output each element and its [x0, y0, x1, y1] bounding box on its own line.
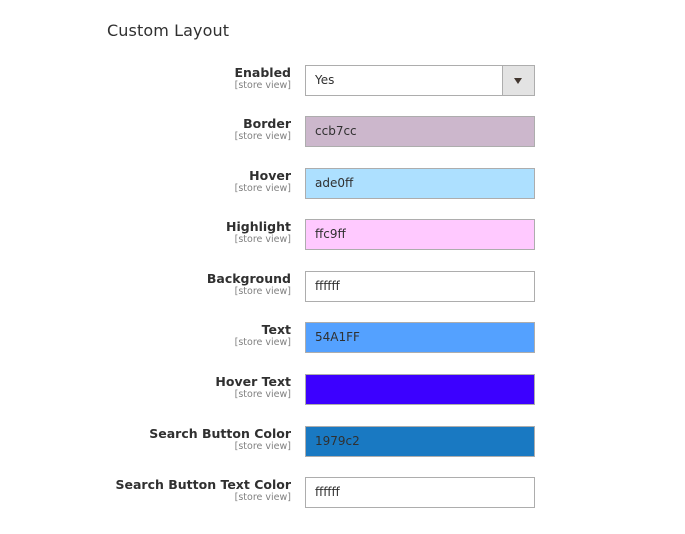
- field-label-text: Hover Text: [215, 374, 291, 389]
- field-row-search-button-color: Search Button Color [store view] 1979c2: [0, 426, 685, 458]
- field-label-text: Highlight: [226, 219, 291, 234]
- field-label-text: Text: [261, 322, 291, 337]
- text-color-value: 54A1FF: [315, 330, 360, 344]
- search-button-color-input[interactable]: 1979c2: [305, 426, 535, 457]
- scope-hint: [store view]: [234, 234, 291, 245]
- field-label-enabled: Enabled [store view]: [31, 65, 291, 92]
- section-title: Custom Layout: [107, 21, 230, 40]
- field-row-highlight: Highlight [store view] ffc9ff: [0, 219, 685, 251]
- field-row-search-button-text-color: Search Button Text Color [store view] ff…: [0, 477, 685, 509]
- field-label-border: Border [store view]: [31, 116, 291, 143]
- field-row-hover-text: Hover Text [store view] 3C00FF: [0, 374, 685, 406]
- enabled-select[interactable]: Yes: [305, 65, 535, 96]
- field-label-hover-text: Hover Text [store view]: [31, 374, 291, 401]
- field-label-search-button-color: Search Button Color [store view]: [31, 426, 291, 453]
- search-button-color-value: 1979c2: [315, 434, 360, 448]
- scope-hint: [store view]: [234, 337, 291, 348]
- hover-color-input[interactable]: ade0ff: [305, 168, 535, 199]
- hover-color-value: ade0ff: [315, 176, 354, 190]
- field-label-background: Background [store view]: [31, 271, 291, 298]
- field-row-enabled: Enabled [store view] Yes: [0, 65, 685, 97]
- highlight-color-input[interactable]: ffc9ff: [305, 219, 535, 250]
- field-label-text: Background: [206, 271, 291, 286]
- field-row-text: Text [store view] 54A1FF: [0, 322, 685, 354]
- field-row-hover: Hover [store view] ade0ff: [0, 168, 685, 200]
- text-color-input[interactable]: 54A1FF: [305, 322, 535, 353]
- field-label-text-color: Text [store view]: [31, 322, 291, 349]
- field-label-text: Enabled: [234, 65, 291, 80]
- background-color-input[interactable]: ffffff: [305, 271, 535, 302]
- border-color-input[interactable]: ccb7cc: [305, 116, 535, 147]
- highlight-color-value: ffc9ff: [315, 227, 346, 241]
- field-label-search-button-text-color: Search Button Text Color [store view]: [31, 477, 292, 504]
- scope-hint: [store view]: [234, 80, 291, 91]
- field-label-text: Border: [243, 116, 291, 131]
- scope-hint: [store view]: [234, 131, 291, 142]
- dropdown-toggle[interactable]: [502, 66, 534, 95]
- hover-text-color-value: 3C00FF: [315, 382, 361, 396]
- search-button-text-color-input[interactable]: ffffff: [305, 477, 535, 508]
- enabled-select-value: Yes: [315, 73, 335, 87]
- field-label-text: Hover: [249, 168, 291, 183]
- field-label-text: Search Button Text Color: [115, 477, 292, 492]
- background-color-value: ffffff: [315, 279, 340, 293]
- scope-hint: [store view]: [234, 183, 291, 194]
- field-row-background: Background [store view] ffffff: [0, 271, 685, 303]
- scope-hint: [store view]: [234, 492, 291, 503]
- hover-text-color-input[interactable]: 3C00FF: [305, 374, 535, 405]
- scope-hint: [store view]: [234, 389, 291, 400]
- field-label-text: Search Button Color: [149, 426, 291, 441]
- field-label-hover: Hover [store view]: [31, 168, 291, 195]
- scope-hint: [store view]: [234, 441, 291, 452]
- chevron-down-icon: [514, 78, 522, 84]
- field-label-highlight: Highlight [store view]: [31, 219, 291, 246]
- search-button-text-color-value: ffffff: [315, 485, 340, 499]
- scope-hint: [store view]: [234, 286, 291, 297]
- border-color-value: ccb7cc: [315, 124, 357, 138]
- field-row-border: Border [store view] ccb7cc: [0, 116, 685, 148]
